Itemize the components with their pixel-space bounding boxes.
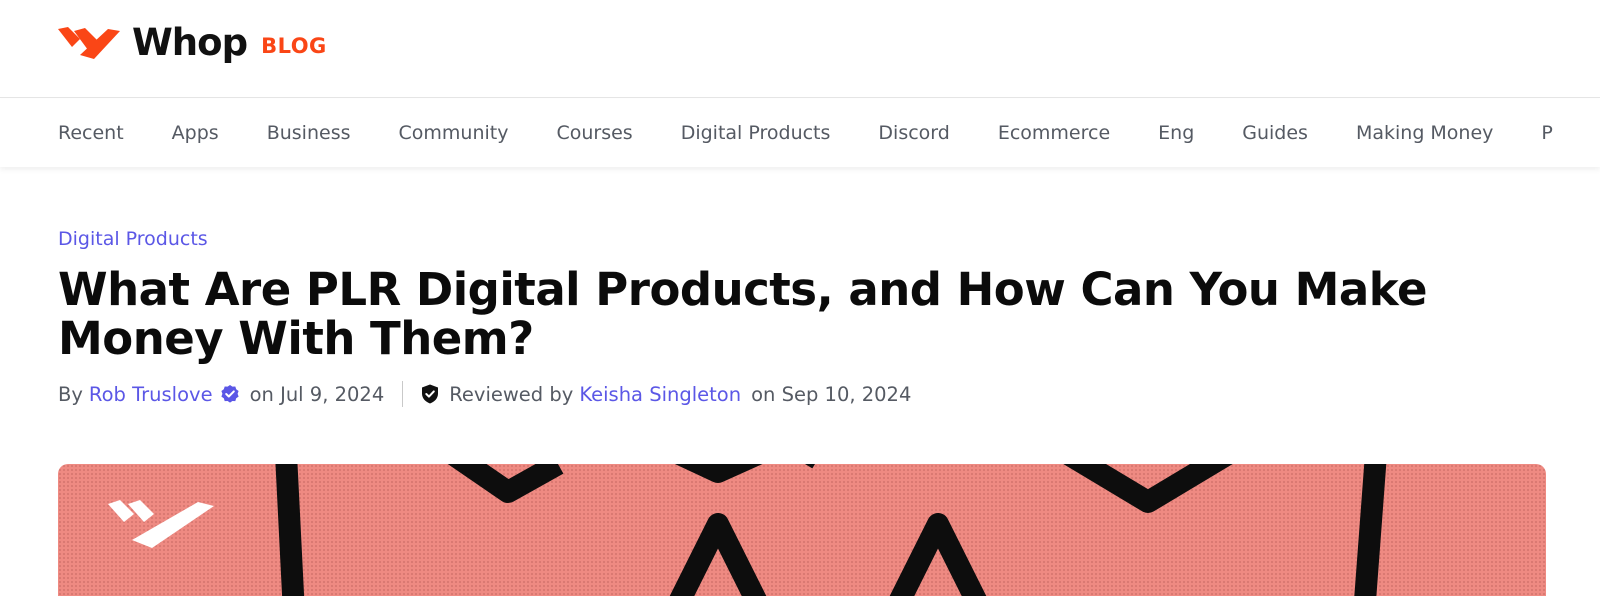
reviewer-link[interactable]: Keisha Singleton	[579, 383, 741, 406]
hero-illustration	[108, 464, 1387, 596]
article-title: What Are PLR Digital Products, and How C…	[58, 263, 1428, 365]
verified-badge-icon	[220, 385, 239, 403]
article-meta: By Rob Truslove on Jul 9, 2024 Reviewed …	[58, 381, 1578, 407]
whop-logo-icon	[58, 26, 120, 59]
category-nav: Recent Apps Business Community Courses Digita…	[0, 99, 1600, 167]
nav-item-community[interactable]: Community	[399, 122, 509, 144]
article-header: Digital Products What Are PLR Digital Pr…	[58, 228, 1578, 407]
author-date: on Jul 9, 2024	[249, 382, 385, 406]
nav-item-digital-products[interactable]: Digital Products	[681, 122, 831, 144]
logo-wordmark: Whop	[132, 21, 248, 64]
author-link[interactable]: Rob Truslove	[89, 383, 213, 406]
nav-item-discord[interactable]: Discord	[878, 122, 949, 144]
whop-watermark-icon	[108, 500, 214, 548]
shield-check-icon	[422, 384, 439, 404]
whop-blog-logo-link[interactable]: Whop BLOG	[58, 24, 327, 61]
reviewed-by-label: Reviewed by	[449, 382, 574, 406]
nav-item-recent[interactable]: Recent	[58, 122, 124, 144]
nav-item-ecommerce[interactable]: Ecommerce	[998, 122, 1110, 144]
nav-item-p[interactable]: P	[1541, 122, 1552, 144]
reviewer-date: on Sep 10, 2024	[751, 382, 912, 406]
by-label: By	[58, 382, 83, 406]
nav-item-guides[interactable]: Guides	[1242, 122, 1308, 144]
nav-item-apps[interactable]: Apps	[172, 122, 219, 144]
nav-item-making-money[interactable]: Making Money	[1356, 122, 1493, 144]
site-header: Whop BLOG	[0, 0, 1600, 98]
category-list: Recent Apps Business Community Courses Digita…	[0, 99, 1600, 167]
nav-item-eng[interactable]: Eng	[1158, 122, 1194, 144]
nav-item-courses[interactable]: Courses	[556, 122, 632, 144]
meta-divider	[402, 381, 404, 407]
hero-image	[58, 464, 1546, 596]
article-category-link[interactable]: Digital Products	[58, 228, 208, 250]
nav-item-business[interactable]: Business	[267, 122, 351, 144]
logo-blog-label: BLOG	[261, 33, 327, 58]
